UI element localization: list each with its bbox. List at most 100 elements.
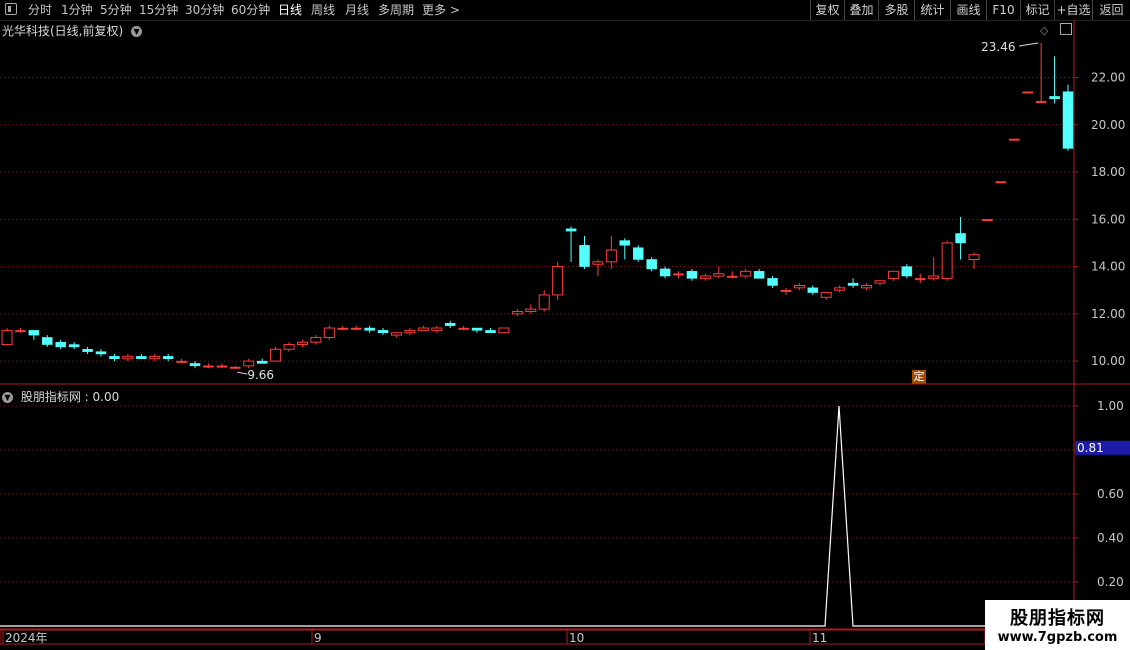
candle-body bbox=[901, 266, 913, 277]
candle-body bbox=[256, 360, 268, 364]
candle-body bbox=[726, 275, 738, 278]
candle-body bbox=[149, 355, 161, 360]
indicator-line bbox=[0, 405, 1074, 627]
candle-body bbox=[767, 278, 778, 286]
candle-body bbox=[834, 287, 846, 291]
candle-body bbox=[928, 275, 940, 279]
candle-body bbox=[162, 356, 174, 359]
candle-body bbox=[82, 349, 93, 352]
candle-body bbox=[982, 219, 993, 222]
candle-body bbox=[42, 337, 53, 345]
candle-body bbox=[807, 287, 819, 293]
candle-body bbox=[323, 327, 335, 338]
candle-body bbox=[673, 273, 684, 276]
candle-body bbox=[605, 249, 617, 263]
watermark: 股朋指标网 www.7gpzb.com bbox=[985, 600, 1130, 650]
candle-body bbox=[270, 348, 282, 362]
candle-body bbox=[1, 329, 13, 346]
y-tick-label: 1.00 bbox=[1097, 399, 1124, 413]
candle-body bbox=[68, 344, 80, 348]
low-label: 9.66 bbox=[247, 368, 274, 382]
candle-body bbox=[753, 271, 765, 279]
candle-body bbox=[887, 270, 899, 279]
candle-body bbox=[525, 308, 537, 312]
candle-body bbox=[592, 261, 604, 265]
candle-body bbox=[444, 323, 456, 326]
candle-body bbox=[740, 270, 752, 277]
y-tick-label: 10.00 bbox=[1091, 354, 1125, 368]
candle-body bbox=[176, 360, 187, 363]
candle-body bbox=[579, 245, 590, 267]
y-tick-label: 20.00 bbox=[1091, 118, 1125, 132]
candle-body bbox=[713, 273, 725, 277]
high-label: 23.46 bbox=[981, 40, 1015, 54]
candle-body bbox=[968, 254, 980, 260]
candle-body bbox=[28, 330, 40, 336]
low-arrow bbox=[237, 371, 248, 375]
candle-body bbox=[955, 233, 966, 244]
candle-body bbox=[793, 284, 805, 289]
x-tick-label: 10 bbox=[569, 631, 584, 645]
candle-body bbox=[1035, 100, 1047, 103]
candle-body bbox=[216, 365, 228, 368]
candle-body bbox=[243, 360, 255, 367]
candle-body bbox=[874, 280, 886, 284]
candle-body bbox=[377, 330, 389, 333]
y-tick-label: 0.20 bbox=[1097, 575, 1124, 589]
candle-body bbox=[915, 278, 926, 281]
candle-body bbox=[511, 310, 523, 315]
x-tick-label: 9 bbox=[314, 631, 322, 645]
candle-body bbox=[1049, 96, 1060, 100]
candle-body bbox=[941, 242, 953, 279]
candle-body bbox=[552, 266, 564, 296]
candle-body bbox=[646, 259, 657, 270]
candle-body bbox=[699, 275, 711, 279]
candle-body bbox=[565, 228, 577, 232]
candle-body bbox=[230, 366, 241, 369]
candle-body bbox=[390, 332, 402, 336]
x-tick-label: 11 bbox=[812, 631, 827, 645]
watermark-title: 股朋指标网 bbox=[1010, 608, 1105, 629]
candle-body bbox=[995, 181, 1007, 184]
candle-body bbox=[136, 356, 147, 359]
candle-body bbox=[431, 327, 443, 331]
y-tick-label: 16.00 bbox=[1091, 212, 1125, 226]
high-arrow bbox=[1019, 42, 1039, 47]
candle-body bbox=[1022, 91, 1033, 94]
candle-body bbox=[538, 294, 550, 310]
y-tick-label: 22.00 bbox=[1091, 71, 1125, 85]
chart-canvas[interactable]: 22.00 20.00 18.00 16.00 14.00 12.00 10.00 23.46… bbox=[0, 0, 1130, 650]
current-value-label: 0.81 bbox=[1077, 441, 1104, 455]
candle-body bbox=[364, 327, 375, 331]
candle-body bbox=[498, 327, 510, 334]
candle-body bbox=[1009, 138, 1020, 141]
candle-body bbox=[471, 327, 483, 331]
candle-body bbox=[458, 327, 469, 330]
candle-body bbox=[109, 356, 120, 359]
candle-body bbox=[780, 289, 792, 292]
candle-body bbox=[847, 282, 859, 286]
watermark-url: www.7gpzb.com bbox=[997, 630, 1118, 645]
candle-body bbox=[122, 355, 134, 360]
candle-body bbox=[55, 341, 66, 348]
candle-body bbox=[310, 336, 322, 343]
x-tick-label: 2024年 bbox=[5, 631, 48, 645]
candle-body bbox=[417, 327, 429, 331]
candle-body bbox=[15, 330, 26, 333]
candle-body bbox=[820, 292, 832, 298]
y-tick-label: 0.60 bbox=[1097, 487, 1124, 501]
candle-body bbox=[861, 284, 873, 289]
x-axis-band bbox=[0, 629, 986, 645]
candle-body bbox=[404, 329, 416, 334]
candle-body bbox=[485, 330, 496, 333]
candle-body bbox=[1062, 91, 1074, 149]
candle-body bbox=[95, 351, 107, 355]
candle-body bbox=[686, 271, 698, 279]
candle-body bbox=[632, 247, 644, 260]
candle-body bbox=[337, 327, 349, 330]
y-tick-label: 12.00 bbox=[1091, 307, 1125, 321]
y-tick-label: 0.40 bbox=[1097, 531, 1124, 545]
candle-body bbox=[189, 363, 201, 367]
candle-body bbox=[283, 344, 295, 350]
y-tick-label: 18.00 bbox=[1091, 165, 1125, 179]
